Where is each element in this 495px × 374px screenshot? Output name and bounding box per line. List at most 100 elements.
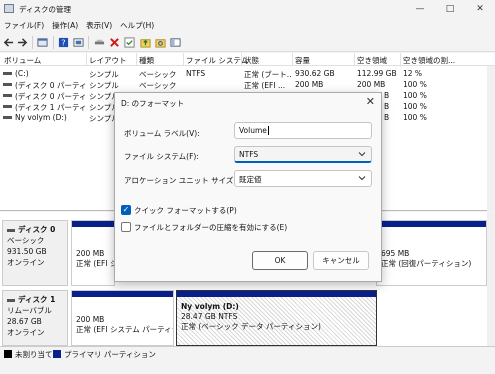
volume-free-pct: 12 %	[403, 69, 423, 78]
partition-status: 正常 (EFI システム パーティション	[76, 325, 173, 334]
disk-0-info[interactable]: ディスク 0 ベーシック 931.50 GB オンライン	[2, 220, 68, 286]
disk-type: リムーバブル	[7, 306, 52, 315]
volume-free: 200 MB	[357, 80, 386, 89]
format-dialog: D: のフォーマット ✕ ボリューム ラベル(V): Volume ファイル シ…	[114, 92, 382, 282]
drive-icon	[3, 105, 12, 108]
ok-button[interactable]: OK	[252, 251, 308, 270]
disk-map-scrollbar[interactable]	[487, 212, 495, 346]
volume-free-pct: 100 %	[403, 80, 427, 89]
quick-format-checkbox[interactable]: ✓	[121, 205, 131, 215]
file-system-label: ファイル システム(F):	[124, 152, 199, 161]
partition[interactable]: 200 MB 正常 (EFI システム パーティション	[71, 290, 174, 346]
arrow-left-icon[interactable]	[3, 37, 14, 48]
menu-help[interactable]: ヘルプ(H)	[120, 20, 154, 31]
legend-unallocated: 未割り当て	[15, 350, 53, 359]
disk-state: オンライン	[7, 328, 45, 337]
col-free-pct[interactable]: 空き領域の割...	[403, 55, 455, 66]
partition[interactable]: 695 MB 正常 (回復パーティション)	[376, 220, 487, 286]
partition-title: Ny volym (D:)	[181, 302, 239, 311]
table-row[interactable]: (ディスク 0 パーティション... シンプル ベーシック 正常 (EFI ..…	[0, 79, 495, 90]
console-icon[interactable]	[73, 37, 84, 48]
col-volume[interactable]: ボリューム	[4, 55, 41, 66]
partition-status: 正常 (EFI シ	[76, 259, 116, 268]
minimize-button[interactable]: —	[409, 2, 431, 16]
volume-list-header: ボリューム レイアウト 種類 ファイル システム 状態 容量 空き領域 空き領域…	[0, 53, 495, 66]
volume-free: B	[384, 91, 390, 100]
allocation-size-select[interactable]: 既定値	[234, 170, 372, 187]
unallocated-swatch	[4, 350, 12, 358]
partition[interactable]: 200 MB 正常 (EFI シ	[71, 220, 116, 286]
close-icon[interactable]: ✕	[366, 95, 375, 108]
menu-bar: ファイル(F) 操作(A) 表示(V) ヘルプ(H)	[0, 18, 495, 32]
menu-action[interactable]: 操作(A)	[52, 20, 78, 31]
drive-icon	[3, 116, 12, 119]
drive-icon	[3, 94, 12, 97]
chevron-down-icon	[358, 176, 366, 181]
primary-swatch	[53, 350, 61, 358]
arrow-right-icon[interactable]	[17, 37, 28, 48]
volume-free-pct: 100 %	[403, 113, 427, 122]
allocation-size-value: 既定値	[239, 175, 262, 184]
disk-name: ディスク 1	[7, 294, 63, 305]
menu-view[interactable]: 表示(V)	[86, 20, 112, 31]
search-icon[interactable]	[155, 37, 166, 48]
volume-label-input[interactable]: Volume	[234, 122, 372, 139]
menu-file[interactable]: ファイル(F)	[4, 20, 44, 31]
volume-free-pct: 100 %	[403, 102, 427, 111]
col-layout[interactable]: レイアウト	[89, 55, 127, 66]
removable-disk-icon	[7, 298, 15, 302]
connect-icon[interactable]	[94, 37, 105, 48]
partition-size: 28.47 GB NTFS	[181, 312, 238, 321]
partition-status: 正常 (回復パーティション)	[381, 259, 472, 268]
close-window-button[interactable]: ✕	[469, 2, 491, 16]
volume-name: Ny volym (D:)	[15, 113, 67, 122]
disk-type: ベーシック	[7, 236, 45, 245]
table-row[interactable]: (C:) シンプル ベーシック NTFS 正常 (ブート... 930.62 G…	[0, 68, 495, 79]
col-free[interactable]: 空き領域	[357, 55, 387, 66]
up-arrow-icon[interactable]	[140, 37, 151, 48]
file-system-select[interactable]: NTFS	[234, 146, 372, 163]
drive-icon	[3, 72, 12, 75]
col-filesystem[interactable]: ファイル システム	[186, 55, 248, 66]
maximize-button[interactable]: □	[439, 2, 461, 16]
window-title: ディスクの管理	[19, 5, 71, 14]
delete-icon[interactable]	[109, 37, 120, 48]
disk-size: 931.50 GB	[7, 247, 47, 256]
volume-free: 112.99 GB	[357, 69, 397, 78]
disk-size: 28.67 GB	[7, 317, 42, 326]
disk-1-info[interactable]: ディスク 1 リムーバブル 28.67 GB オンライン	[2, 290, 68, 346]
volume-fs: NTFS	[186, 69, 206, 78]
partition-selected[interactable]: Ny volym (D:) 28.47 GB NTFS 正常 (ベーシック デー…	[176, 290, 377, 346]
quick-format-label[interactable]: クイック フォーマットする(P)	[134, 205, 237, 216]
cancel-button[interactable]: キャンセル	[313, 251, 369, 270]
col-type[interactable]: 種類	[139, 55, 154, 66]
allocation-size-label: アロケーション ユニット サイズ(A):	[124, 176, 247, 185]
help-icon[interactable]: ?	[58, 37, 69, 48]
legend-primary: プライマリ パーティション	[64, 350, 156, 359]
disk-management-icon	[4, 4, 14, 13]
volume-name: (C:)	[15, 69, 29, 78]
col-status[interactable]: 状態	[244, 55, 259, 66]
check-icon[interactable]	[124, 37, 135, 48]
toolbar: ?	[0, 32, 495, 52]
status-bar	[0, 360, 495, 374]
drive-icon	[3, 83, 12, 86]
partition-size: 200 MB	[76, 315, 105, 324]
legend: 未割り当て プライマリ パーティション	[0, 346, 495, 360]
compression-label[interactable]: ファイルとフォルダーの圧縮を有効にする(E)	[134, 222, 287, 233]
volume-label-label: ボリューム ラベル(V):	[124, 129, 200, 138]
col-capacity[interactable]: 容量	[295, 55, 310, 66]
properties-icon[interactable]	[37, 37, 48, 48]
view-icon[interactable]	[170, 37, 181, 48]
title-bar: ディスクの管理 — □ ✕	[0, 0, 495, 18]
volume-free: B	[384, 102, 390, 111]
volume-capacity: 930.62 GB	[295, 69, 335, 78]
disk-name: ディスク 0	[7, 224, 63, 235]
volume-label-value: Volume	[239, 126, 267, 135]
compression-checkbox[interactable]	[121, 222, 131, 232]
file-system-value: NTFS	[239, 150, 259, 159]
volume-list-scrollbar[interactable]	[487, 66, 495, 211]
volume-free: B	[384, 113, 390, 122]
partition-status: 正常 (ベーシック データ パーティション)	[181, 322, 321, 331]
dialog-title: D: のフォーマット	[121, 99, 185, 108]
